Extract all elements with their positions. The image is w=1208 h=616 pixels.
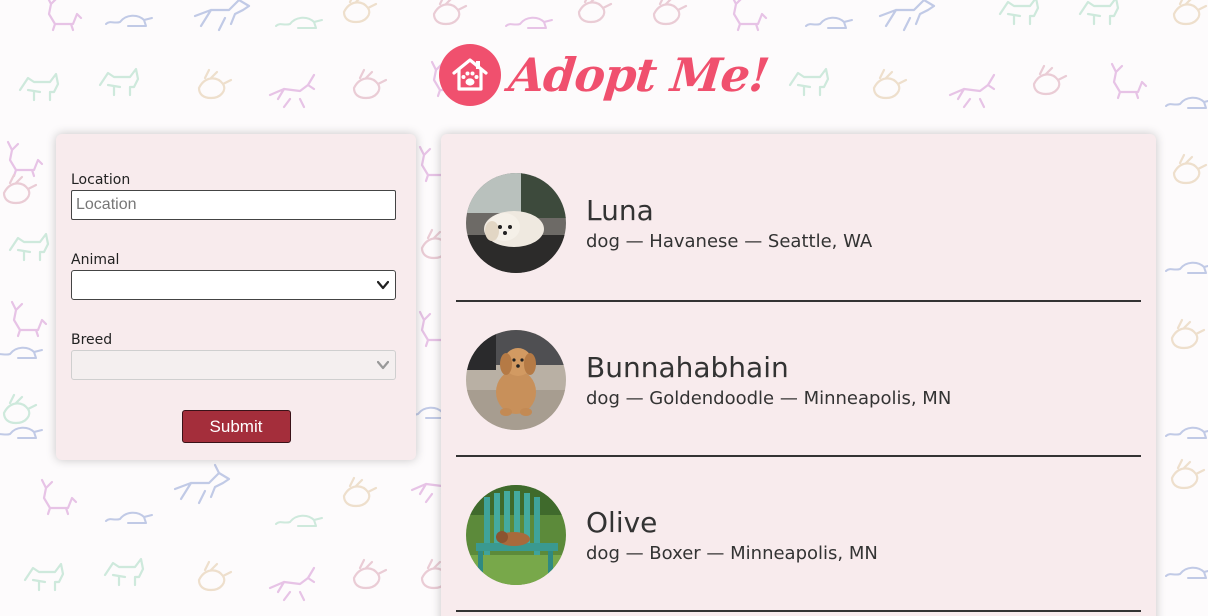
location-input[interactable] [71,190,396,220]
location-label: Location [71,172,131,188]
house-paw-icon [439,44,502,106]
location-field-group: Location [71,172,401,220]
breed-select[interactable] [71,350,396,380]
pet-photo [466,173,566,273]
pet-card[interactable]: Luna dog — Havanese — Seattle, WA [456,134,1141,302]
logo[interactable]: Adopt Me! [439,44,772,106]
animal-label: Animal [71,252,120,268]
animal-select[interactable] [71,270,396,300]
pet-card[interactable]: Bunnahabhain dog — Goldendoodle — Minnea… [456,304,1141,457]
pet-card[interactable]: Olive dog — Boxer — Minneapolis, MN [456,459,1141,612]
submit-row: Submit [71,410,401,443]
breed-label: Breed [71,332,113,348]
logo-text: Adopt Me! [506,48,772,102]
pet-photo [466,329,566,430]
pet-name: Luna [586,194,654,227]
pet-description: dog — Boxer — Minneapolis, MN [586,542,878,564]
pet-description: dog — Havanese — Seattle, WA [586,231,873,252]
header: Adopt Me! [0,30,1208,120]
chevron-down-icon [377,280,389,290]
pet-name: Bunnahabhain [586,350,789,384]
breed-field-group: Breed [71,332,401,380]
pet-description: dog — Goldendoodle — Minneapolis, MN [586,387,952,409]
submit-button[interactable]: Submit [181,410,291,443]
pet-photo [466,484,566,585]
pet-results-list: Luna dog — Havanese — Seattle, WA Bunnah… [441,134,1156,616]
pet-info: Olive dog — Boxer — Minneapolis, MN [586,506,878,564]
pet-info: Luna dog — Havanese — Seattle, WA [586,194,872,252]
chevron-down-icon [377,360,389,370]
pet-name: Olive [586,505,658,539]
search-form: Location Animal Breed Submit [56,134,416,460]
pet-info: Bunnahabhain dog — Goldendoodle — Minnea… [586,351,951,409]
animal-field-group: Animal [71,252,401,300]
